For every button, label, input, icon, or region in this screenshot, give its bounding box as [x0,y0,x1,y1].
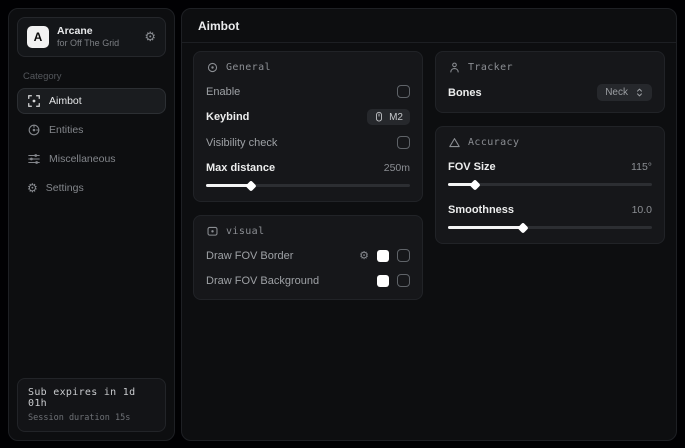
visibility-check-row: Visibility check [206,135,410,150]
unfold-icon [635,87,644,98]
enable-checkbox[interactable] [397,85,410,98]
fov-size-slider[interactable] [448,180,652,189]
smoothness-label: Smoothness [448,204,514,216]
app-subtitle: for Off The Grid [57,38,136,49]
keybind-label: Keybind [206,111,249,123]
draw-fov-border-controls: ⚙ [359,249,410,262]
sub-expires-text: Sub expires in 1d 01h [28,387,155,409]
subscription-info-card: Sub expires in 1d 01h Session duration 1… [17,378,166,432]
right-column: Tracker Bones Neck [435,51,665,244]
general-card: General Enable Keybind M2 [193,51,423,202]
fov-size-label: FOV Size [448,161,496,173]
visual-icon [206,225,219,238]
mouse-icon [374,111,384,123]
draw-fov-background-checkbox[interactable] [397,274,410,287]
main-header: Aimbot [182,9,676,43]
enable-label: Enable [206,86,240,98]
main-body: General Enable Keybind M2 [182,43,676,308]
main-panel: Aimbot General Enable Keybind [181,8,677,441]
tracker-card-title: Tracker [468,62,513,73]
visual-card: visual Draw FOV Border ⚙ Draw FOV Backgr… [193,215,423,300]
sidebar-item-label: Settings [46,182,84,194]
bones-row: Bones Neck [448,84,652,101]
smoothness-row: Smoothness 10.0 [448,202,652,217]
sidebar-item-entities[interactable]: Entities [17,117,166,143]
sidebar-item-miscellaneous[interactable]: Miscellaneous [17,146,166,172]
slider-thumb[interactable] [518,222,529,233]
max-distance-row: Max distance 250m [206,160,410,175]
fov-background-color-swatch[interactable] [377,275,389,287]
max-distance-label: Max distance [206,162,275,174]
category-label: Category [23,71,166,82]
slider-fill [448,226,523,229]
tracker-card: Tracker Bones Neck [435,51,665,113]
sidebar-item-aimbot[interactable]: Aimbot [17,88,166,114]
draw-fov-background-controls [377,274,410,287]
accuracy-icon [448,136,461,149]
smoothness-slider[interactable] [448,223,652,232]
crosshair-icon [27,94,41,108]
sidebar-item-label: Entities [49,124,83,136]
keybind-value: M2 [389,112,403,123]
app-name: Arcane [57,25,136,38]
bones-value: Neck [605,87,628,98]
session-duration-text: Session duration 15s [28,413,155,423]
app-title-block: Arcane for Off The Grid [57,25,136,49]
accuracy-card-header: Accuracy [448,136,652,149]
slider-thumb[interactable] [469,179,480,190]
fov-size-row: FOV Size 115° [448,159,652,174]
visibility-check-checkbox[interactable] [397,136,410,149]
smoothness-value: 10.0 [632,204,652,216]
sliders-icon [27,152,41,166]
general-card-header: General [206,61,410,74]
app-logo-card: A Arcane for Off The Grid ⚙ [17,17,166,57]
slider-fill [206,184,251,187]
draw-fov-border-row: Draw FOV Border ⚙ [206,248,410,263]
draw-fov-background-label: Draw FOV Background [206,275,319,287]
max-distance-slider[interactable] [206,181,410,190]
sidebar: A Arcane for Off The Grid ⚙ Category Aim… [8,8,175,441]
sidebar-item-settings[interactable]: ⚙ Settings [17,175,166,201]
left-column: General Enable Keybind M2 [193,51,423,300]
bones-label: Bones [448,87,482,99]
tracker-card-header: Tracker [448,61,652,74]
fov-border-color-swatch[interactable] [377,250,389,262]
sidebar-item-label: Miscellaneous [49,153,116,165]
accuracy-card: Accuracy FOV Size 115° Smoothness 10.0 [435,126,665,244]
draw-fov-border-checkbox[interactable] [397,249,410,262]
keybind-badge[interactable]: M2 [367,109,410,125]
app-logo: A [27,26,49,48]
keybind-row: Keybind M2 [206,109,410,125]
visibility-check-label: Visibility check [206,137,277,149]
sidebar-item-label: Aimbot [49,95,82,107]
bones-select[interactable]: Neck [597,84,652,101]
enable-row: Enable [206,84,410,99]
max-distance-value: 250m [384,162,410,174]
draw-fov-border-label: Draw FOV Border [206,250,293,262]
accuracy-card-title: Accuracy [468,137,519,148]
fov-border-settings-gear-icon[interactable]: ⚙ [359,250,369,261]
radar-icon [27,123,41,137]
tracker-icon [448,61,461,74]
draw-fov-background-row: Draw FOV Background [206,273,410,288]
fov-size-value: 115° [631,161,652,173]
target-icon [206,61,219,74]
gear-icon: ⚙ [27,182,38,194]
visual-card-title: visual [226,226,265,237]
page-title: Aimbot [198,19,660,33]
slider-thumb[interactable] [245,180,256,191]
general-card-title: General [226,62,271,73]
settings-gear-icon[interactable]: ⚙ [144,31,156,44]
visual-card-header: visual [206,225,410,238]
